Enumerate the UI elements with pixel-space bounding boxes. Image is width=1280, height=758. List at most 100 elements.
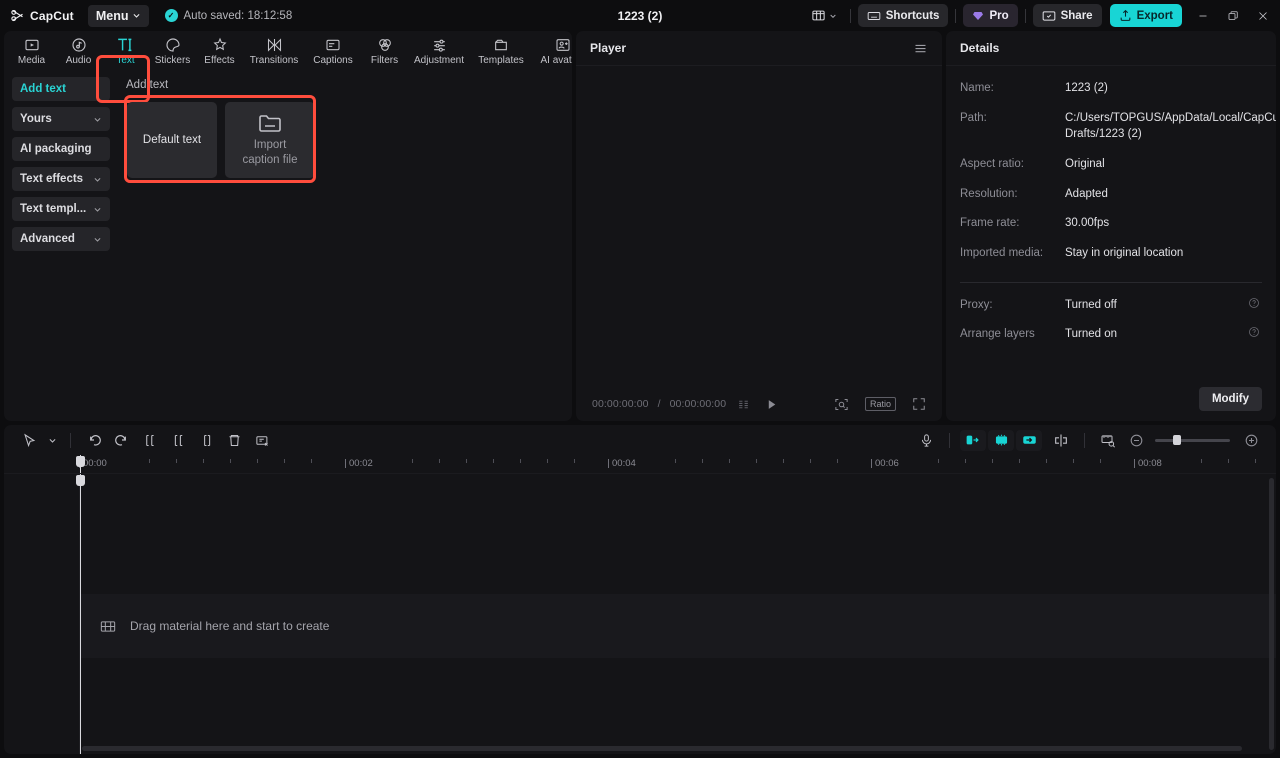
tab-text[interactable]: Text [102,32,149,70]
details-value: Turned off [1065,297,1248,314]
modify-button[interactable]: Modify [1199,387,1262,411]
player-stage[interactable] [576,66,942,387]
record-voiceover-button[interactable] [913,428,939,452]
tab-media-label: Media [18,55,45,66]
ruler-tick [257,459,258,463]
ruler-tick [1228,459,1229,463]
help-icon[interactable] [1248,297,1262,314]
ruler-tick [1201,459,1202,463]
import-caption-file-card[interactable]: Import caption file [225,102,315,178]
details-row-imported-media: Imported media: Stay in original locatio… [960,245,1262,262]
details-value: C:/Users/TOPGUS/AppData/Local/CapCut Dra… [1065,110,1276,143]
sidebar-item-ai-packaging[interactable]: AI packaging [12,137,110,161]
trim-right-button[interactable] [193,428,219,452]
fullscreen-icon[interactable] [912,397,926,411]
drop-zone[interactable]: Drag material here and start to create [80,594,1276,658]
tab-ai-avatars[interactable]: AI avatars [532,32,572,70]
ruler-icon [1100,433,1116,448]
sidebar-item-text-effects[interactable]: Text effects [12,167,110,191]
sidebar-item-advanced[interactable]: Advanced [12,227,110,251]
add-text-cards: Default text Import caption file [122,97,562,183]
details-value: 1223 (2) [1065,80,1262,97]
select-tool-button[interactable] [16,428,42,452]
details-value: 30.00fps [1065,215,1262,232]
ruler-tick [203,459,204,463]
player-title: Player [590,41,626,55]
auto-highlight-button[interactable] [988,430,1014,451]
undo-button[interactable] [81,428,107,452]
maximize-button[interactable] [1218,0,1248,31]
tab-stickers[interactable]: Stickers [149,32,196,70]
trim-left-button[interactable] [165,428,191,452]
tab-ai-avatars-label: AI avatars [540,55,572,66]
share-button[interactable]: Share [1033,4,1102,27]
folder-icon [258,113,282,133]
tab-transitions[interactable]: Transitions [243,32,305,70]
zoom-out-button[interactable] [1123,428,1149,452]
auto-trim-button[interactable] [1016,430,1042,451]
sidebar-item-text-templates[interactable]: Text templ... [12,197,110,221]
sidebar-item-label: Text templ... [20,203,86,215]
playhead-line [80,474,81,754]
minimize-button[interactable] [1188,0,1218,31]
auto-cut-button[interactable] [960,430,986,451]
redo-button[interactable] [109,428,135,452]
time-separator: / [658,398,661,410]
zoom-in-button[interactable] [1238,428,1264,452]
ruler-tick [729,459,730,463]
tab-templates-label: Templates [478,55,524,66]
autosave-status: ✓ Auto saved: 18:12:58 [165,9,293,22]
sidebar-item-yours[interactable]: Yours [12,107,110,131]
layout-button[interactable] [805,4,843,28]
tab-templates[interactable]: Templates [470,32,532,70]
ratio-button[interactable]: Ratio [865,397,896,411]
details-body: Name: 1223 (2) Path: C:/Users/TOPGUS/App… [946,66,1276,377]
timeline-tracks[interactable]: Drag material here and start to create [4,474,1276,754]
tab-effects[interactable]: Effects [196,32,243,70]
keyboard-icon [867,9,881,23]
menu-button[interactable]: Menu [88,5,149,27]
mirror-clip-button[interactable] [1048,428,1074,452]
timeline-toolbar [4,425,1276,455]
pro-button[interactable]: Pro [963,4,1017,27]
split-button[interactable] [137,428,163,452]
zoom-slider-handle[interactable] [1173,435,1181,445]
playhead[interactable] [80,455,81,473]
tab-captions[interactable]: Captions [305,32,361,70]
close-button[interactable] [1248,0,1278,31]
timeline-zoom-slider[interactable] [1155,439,1230,442]
tab-audio[interactable]: Audio [55,32,102,70]
export-button[interactable]: Export [1110,4,1182,27]
shortcuts-button[interactable]: Shortcuts [858,4,949,27]
remove-clip-button[interactable] [249,428,275,452]
title-bar: CapCut Menu ✓ Auto saved: 18:12:58 1223 … [0,0,1280,31]
tab-media[interactable]: Media [8,32,55,70]
list-view-icon[interactable] [737,398,750,411]
export-icon [1119,9,1132,22]
zoom-out-icon [1129,433,1144,448]
sidebar-item-add-text[interactable]: Add text [12,77,110,101]
timeline-vertical-scrollbar[interactable] [1269,478,1274,750]
ai-avatars-icon [555,36,571,53]
player-menu-icon[interactable] [913,41,928,56]
divider [70,433,71,448]
zoom-fit-icon[interactable] [834,397,849,412]
play-button[interactable] [765,398,778,411]
ruler-snap-button[interactable] [1095,428,1121,452]
default-text-card[interactable]: Default text [127,102,217,178]
tab-filters[interactable]: Filters [361,32,408,70]
divider [1084,433,1085,448]
timeline-ruler[interactable]: 00:00 00:02 00:04 00:06 [4,455,1276,474]
select-tool-dropdown[interactable] [44,428,60,452]
maximize-icon [1227,10,1239,22]
delete-button[interactable] [221,428,247,452]
sidebar-item-label: Advanced [20,233,75,245]
ruler-tick [439,459,440,463]
help-icon[interactable] [1248,326,1262,343]
autosave-label: Auto saved: 18:12:58 [184,10,293,22]
check-icon: ✓ [165,9,178,22]
zoom-slider-track[interactable] [1155,439,1230,442]
timeline-horizontal-scrollbar[interactable] [82,746,1242,751]
tab-adjustment[interactable]: Adjustment [408,32,470,70]
timeline-right-tools [913,428,1264,452]
